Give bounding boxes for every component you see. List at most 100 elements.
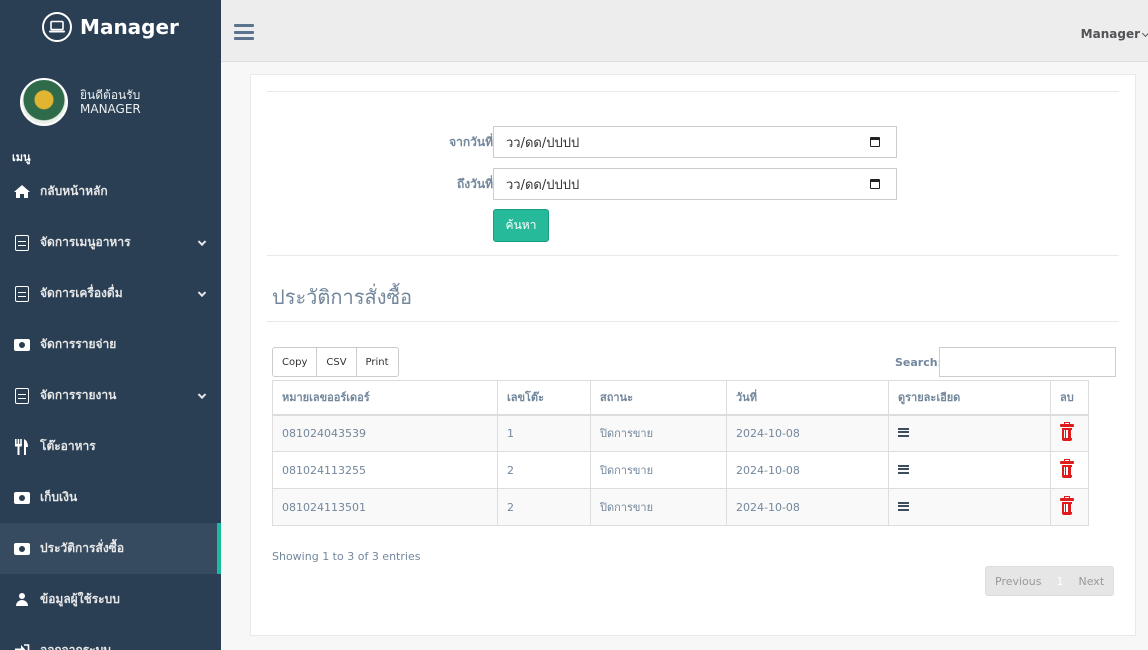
sidebar-item-label: เก็บเงิน <box>40 490 78 504</box>
money-icon <box>14 338 30 351</box>
sidebar-item-users[interactable]: ข้อมูลผู้ใช้ระบบ <box>0 574 221 625</box>
trash-icon[interactable] <box>1060 458 1074 478</box>
pagination: Previous 1 Next <box>985 566 1115 596</box>
column-header-details[interactable]: ดูรายละเอียด <box>888 380 1051 416</box>
menu-toggle-icon[interactable] <box>234 24 254 40</box>
column-header-date[interactable]: วันที่ <box>726 380 889 416</box>
csv-button[interactable]: CSV <box>316 347 357 377</box>
from-date-value: วว/ดด/ปปปป <box>506 135 580 151</box>
content-panel: จากวันที่ วว/ดด/ปปปป ถึงวันที่ วว/ดด/ปปป… <box>250 74 1136 636</box>
search-button[interactable]: ค้นหา <box>493 209 549 242</box>
details-cell <box>888 451 1051 489</box>
menu-title: เมนู <box>12 151 31 164</box>
table-row: 081024113501 2 ปิดการขาย 2024-10-08 <box>272 488 1089 526</box>
chevron-down-icon <box>1141 29 1148 38</box>
to-date-value: วว/ดด/ปปปป <box>506 177 580 193</box>
sidebar-item-label: โต๊ะอาหาร <box>40 439 96 453</box>
brand-title: Manager <box>80 15 179 39</box>
money-icon <box>14 542 30 555</box>
sidebar-item-logout[interactable]: ออกจากระบบ <box>0 625 221 650</box>
user-menu[interactable]: Manager <box>1081 27 1148 41</box>
sidebar-item-order-history[interactable]: ประวัติการสั่งซื้อ <box>0 523 221 574</box>
to-date-label: ถึงวันที่ <box>457 177 493 191</box>
sidebar-item-label: จัดการเมนูอาหาร <box>40 235 131 249</box>
sidebar-item-label: ประวัติการสั่งซื้อ <box>40 541 125 555</box>
chevron-down-icon <box>197 390 207 399</box>
table-info: Showing 1 to 3 of 3 entries <box>272 550 421 563</box>
sidebar-item-drinks[interactable]: จัดการเครื่องดื่ม <box>0 268 221 319</box>
order-number: 081024113255 <box>272 451 498 489</box>
order-status: ปิดการขาย <box>590 451 727 489</box>
column-header-status[interactable]: สถานะ <box>590 380 727 416</box>
trash-icon[interactable] <box>1060 495 1074 515</box>
column-header-delete[interactable]: ลบ <box>1050 380 1089 416</box>
home-icon <box>14 185 30 198</box>
export-buttons: Copy CSV Print <box>272 347 399 377</box>
order-status: ปิดการขาย <box>590 414 727 452</box>
trash-icon[interactable] <box>1060 421 1074 441</box>
laptop-icon <box>42 12 73 42</box>
to-date-input[interactable]: วว/ดด/ปปปป <box>493 168 897 200</box>
calendar-icon[interactable] <box>870 137 880 147</box>
document-icon <box>14 285 30 302</box>
user-name: Manager <box>1080 27 1140 41</box>
order-date: 2024-10-08 <box>726 488 889 526</box>
table-number: 1 <box>497 414 591 452</box>
user-icon <box>14 593 30 606</box>
cutlery-icon <box>14 438 30 455</box>
table-row: 081024043539 1 ปิดการขาย 2024-10-08 <box>272 414 1089 452</box>
divider <box>267 255 1119 256</box>
sidebar-item-reports[interactable]: จัดการรายงาน <box>0 370 221 421</box>
copy-button[interactable]: Copy <box>272 347 318 377</box>
document-icon <box>14 234 30 251</box>
divider <box>267 91 1119 92</box>
role-label: MANAGER <box>80 102 141 116</box>
print-button[interactable]: Print <box>355 347 399 377</box>
delete-cell <box>1050 451 1089 489</box>
sidebar: Manager ยินดีต้อนรับ MANAGER เมนู กลับหน… <box>0 0 221 650</box>
table-header-row: หมายเลขออร์เดอร์ เลขโต๊ะ สถานะ วันที่ ดู… <box>272 380 1089 416</box>
column-header-order[interactable]: หมายเลขออร์เดอร์ <box>272 380 498 416</box>
welcome-label: ยินดีต้อนรับ <box>80 88 141 102</box>
list-icon[interactable] <box>898 501 909 511</box>
page-1-button[interactable]: 1 <box>1051 567 1070 595</box>
table-row: 081024113255 2 ปิดการขาย 2024-10-08 <box>272 451 1089 489</box>
from-date-label: จากวันที่ <box>449 135 493 149</box>
next-button[interactable]: Next <box>1070 567 1114 595</box>
table-number: 2 <box>497 451 591 489</box>
table-search-label: Search: <box>895 356 942 369</box>
divider <box>267 321 1119 322</box>
page-title: ประวัติการสั่งซื้อ <box>272 285 413 309</box>
welcome-text: ยินดีต้อนรับ MANAGER <box>80 88 141 116</box>
sidebar-item-tables[interactable]: โต๊ะอาหาร <box>0 421 221 472</box>
table-number: 2 <box>497 488 591 526</box>
sidebar-nav: กลับหน้าหลัก จัดการเมนูอาหาร จัดการเครื่… <box>0 166 221 650</box>
details-cell <box>888 414 1051 452</box>
chevron-down-icon <box>197 237 207 246</box>
order-number: 081024043539 <box>272 414 498 452</box>
sidebar-item-expenses[interactable]: จัดการรายจ่าย <box>0 319 221 370</box>
sidebar-item-payment[interactable]: เก็บเงิน <box>0 472 221 523</box>
sidebar-item-food-menu[interactable]: จัดการเมนูอาหาร <box>0 217 221 268</box>
list-icon[interactable] <box>898 427 909 437</box>
calendar-icon[interactable] <box>870 179 880 189</box>
column-header-table-no[interactable]: เลขโต๊ะ <box>497 380 591 416</box>
sign-out-icon <box>14 644 30 650</box>
sidebar-item-label: จัดการรายจ่าย <box>40 337 117 351</box>
previous-button[interactable]: Previous <box>986 567 1051 595</box>
document-icon <box>14 387 30 404</box>
order-date: 2024-10-08 <box>726 451 889 489</box>
sidebar-item-label: จัดการเครื่องดื่ม <box>40 286 123 300</box>
chevron-down-icon <box>197 288 207 297</box>
delete-cell <box>1050 414 1089 452</box>
sidebar-item-label: ข้อมูลผู้ใช้ระบบ <box>40 592 120 606</box>
table-search-input[interactable] <box>939 347 1116 377</box>
list-icon[interactable] <box>898 464 909 474</box>
order-number: 081024113501 <box>272 488 498 526</box>
brand[interactable]: Manager <box>0 0 221 54</box>
sidebar-item-home[interactable]: กลับหน้าหลัก <box>0 166 221 217</box>
profile: ยินดีต้อนรับ MANAGER <box>0 54 221 134</box>
avatar <box>20 78 68 126</box>
from-date-input[interactable]: วว/ดด/ปปปป <box>493 126 897 158</box>
order-history-table: หมายเลขออร์เดอร์ เลขโต๊ะ สถานะ วันที่ ดู… <box>272 380 1089 526</box>
